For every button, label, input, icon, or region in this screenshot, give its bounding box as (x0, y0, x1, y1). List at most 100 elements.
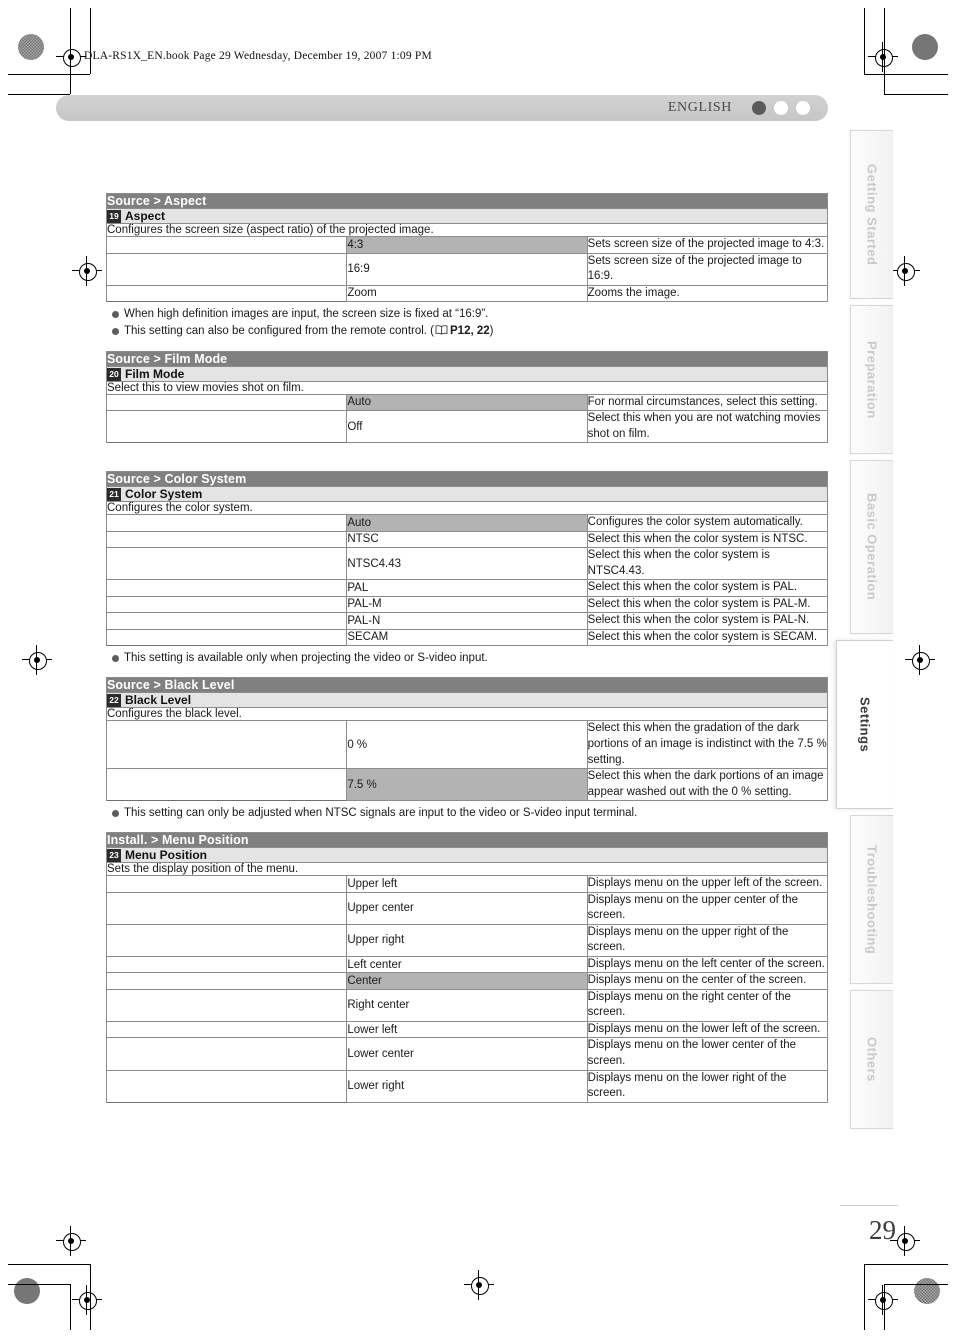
section-heading-row: Install. > Menu Position (106, 832, 828, 849)
sub-heading-label: Menu Position (125, 848, 207, 863)
crop-line-top-right-h (864, 74, 948, 75)
table-row[interactable]: Lower center Displays menu on the lower c… (105, 1037, 829, 1071)
bullet-icon (112, 655, 119, 663)
registration-mark-bottom-left (56, 1226, 86, 1256)
section-description-row: Configures the color system. (106, 501, 828, 516)
table-row[interactable]: Auto Configures the color system automati… (105, 514, 829, 532)
sub-heading-cell: 20 Film Mode (106, 365, 828, 382)
row-indent-cell (105, 1069, 348, 1103)
section-description-row: Configures the screen size (aspect ratio… (106, 223, 828, 237)
option-name: 4:3 (346, 236, 588, 254)
table-row[interactable]: NTSC4.43 Select this when the color syste… (105, 547, 829, 581)
table-row[interactable]: Upper center Displays menu on the upper c… (105, 891, 829, 925)
spec-table: Install. > Menu Position 23 Menu Position S… (105, 832, 829, 1103)
row-indent-cell (105, 768, 348, 801)
side-tab-settings[interactable]: Settings (836, 640, 893, 809)
row-indent-cell (105, 628, 348, 646)
sub-heading-label: Film Mode (125, 366, 185, 381)
option-description: Select this when the color system is SEC… (586, 628, 829, 647)
side-tab-label: Settings (857, 696, 873, 753)
note-list (106, 447, 828, 461)
item-number-badge: 21 (107, 488, 121, 502)
page-reference[interactable]: P12, 22 (450, 325, 490, 337)
note-text: This setting can also be configured from… (124, 323, 494, 340)
side-tab-getting-started[interactable]: Getting Started (850, 130, 893, 299)
table-row[interactable]: PAL-N Select this when the color system i… (105, 612, 829, 630)
side-tab-others[interactable]: Others (850, 990, 893, 1129)
table-row[interactable]: Auto For normal circumstances, select thi… (105, 393, 829, 412)
table-row[interactable]: Center Displays menu on the center of the… (105, 972, 829, 990)
table-row[interactable]: Zoom Zooms the image. (105, 284, 829, 303)
table-row[interactable]: Right center Displays menu on the right c… (105, 988, 829, 1022)
option-description: Configures the color system automaticall… (586, 514, 829, 532)
section-description: Configures the screen size (aspect ratio… (106, 223, 828, 237)
option-name: Right center (346, 988, 588, 1022)
note-tail: ) (489, 325, 494, 338)
table-row[interactable]: NTSC Select this when the color system is… (105, 530, 829, 549)
crop-line-top-right-v (864, 8, 865, 74)
section-heading: Source > Black Level (106, 677, 828, 694)
language-label: ENGLISH (667, 100, 732, 115)
spec-section: Source > Color System 21 Color System Confi… (105, 471, 829, 647)
registration-mark-top-left (56, 42, 86, 72)
table-row[interactable]: Off Select this when you are not watching… (105, 410, 829, 444)
option-name: Upper left (346, 875, 588, 893)
option-name: Upper right (346, 923, 588, 957)
halftone-patch-bottom-left (14, 1278, 40, 1304)
option-description: Sets screen size of the projected image … (586, 236, 829, 254)
table-row[interactable]: Upper right Displays menu on the upper ri… (105, 923, 829, 957)
sub-heading-cell: 23 Menu Position (106, 847, 828, 864)
side-tab-basic-operation[interactable]: Basic Operation (850, 460, 893, 634)
option-name: Lower right (346, 1069, 588, 1103)
note-body: This setting is available only when proj… (124, 652, 488, 665)
table-row[interactable]: 16:9 Sets screen size of the projected im… (105, 252, 829, 286)
option-name: Upper center (346, 891, 588, 925)
table-row[interactable]: 4:3 Sets screen size of the projected ima… (105, 236, 829, 254)
crop-line-top-right-h2 (884, 94, 948, 95)
spec-table: Source > Black Level 22 Black Level Configu… (105, 677, 829, 802)
table-row[interactable]: 7.5 % Select this when the dark portions … (105, 768, 829, 802)
item-number-badge: 19 (107, 210, 121, 223)
row-indent-cell (105, 393, 348, 412)
table-row[interactable]: 0 % Select this when the gradation of the… (105, 720, 829, 770)
table-row[interactable]: PAL Select this when the color system is … (105, 579, 829, 597)
side-tab-label: Others (864, 1037, 880, 1082)
crop-line-bottom-left-h2 (8, 1284, 70, 1285)
option-description: Displays menu on the center of the scree… (586, 972, 829, 990)
section-description: Configures the color system. (106, 501, 828, 516)
section-heading: Install. > Menu Position (106, 832, 828, 849)
sub-heading-cell: 19 Aspect (106, 208, 828, 224)
option-description: Displays menu on the lower right of the … (586, 1069, 829, 1103)
option-name: 16:9 (346, 252, 588, 286)
option-description: Select this when the color system is NTS… (586, 530, 829, 549)
section-heading-row: Source > Color System (106, 471, 828, 488)
sub-heading-row: 21 Color System (106, 486, 828, 503)
crop-line-bottom-right-v (864, 1264, 865, 1330)
side-tab-preparation[interactable]: Preparation (850, 305, 893, 454)
bullet-icon (112, 810, 119, 818)
content-column: Source > Aspect 19 Aspect Configures the sc… (105, 193, 829, 1131)
table-row[interactable]: Lower right Displays menu on the lower ri… (105, 1069, 829, 1103)
table-row[interactable]: Left center Displays menu on the left cen… (105, 955, 829, 974)
option-description: Sets screen size of the projected image … (586, 252, 829, 286)
note-item: When high definition images are input, t… (106, 306, 828, 323)
row-indent-cell (105, 875, 348, 893)
table-row[interactable]: SECAM Select this when the color system i… (105, 628, 829, 647)
section-heading-row: Source > Aspect (106, 193, 828, 209)
registration-mark-bottom-left-lower (72, 1285, 102, 1315)
table-row[interactable]: PAL-M Select this when the color system i… (105, 595, 829, 614)
side-tab-troubleshooting[interactable]: Troubleshooting (850, 815, 893, 984)
row-indent-cell (105, 720, 348, 770)
table-row[interactable]: Lower left Displays menu on the lower lef… (105, 1020, 829, 1039)
sub-heading-row: 23 Menu Position (106, 847, 828, 864)
option-name: SECAM (346, 628, 588, 647)
row-indent-cell (105, 252, 348, 286)
option-name: NTSC (346, 530, 588, 549)
option-name: NTSC4.43 (346, 547, 588, 581)
side-tab-label: Troubleshooting (864, 844, 880, 955)
section-description: Select this to view movies shot on film. (106, 380, 828, 395)
crop-line-bottom-right-h2 (884, 1284, 948, 1285)
crop-line-bottom-left-v2 (70, 1284, 71, 1330)
table-row[interactable]: Upper left Displays menu on the upper lef… (105, 875, 829, 893)
option-description: Select this when the dark portions of an… (586, 768, 829, 802)
